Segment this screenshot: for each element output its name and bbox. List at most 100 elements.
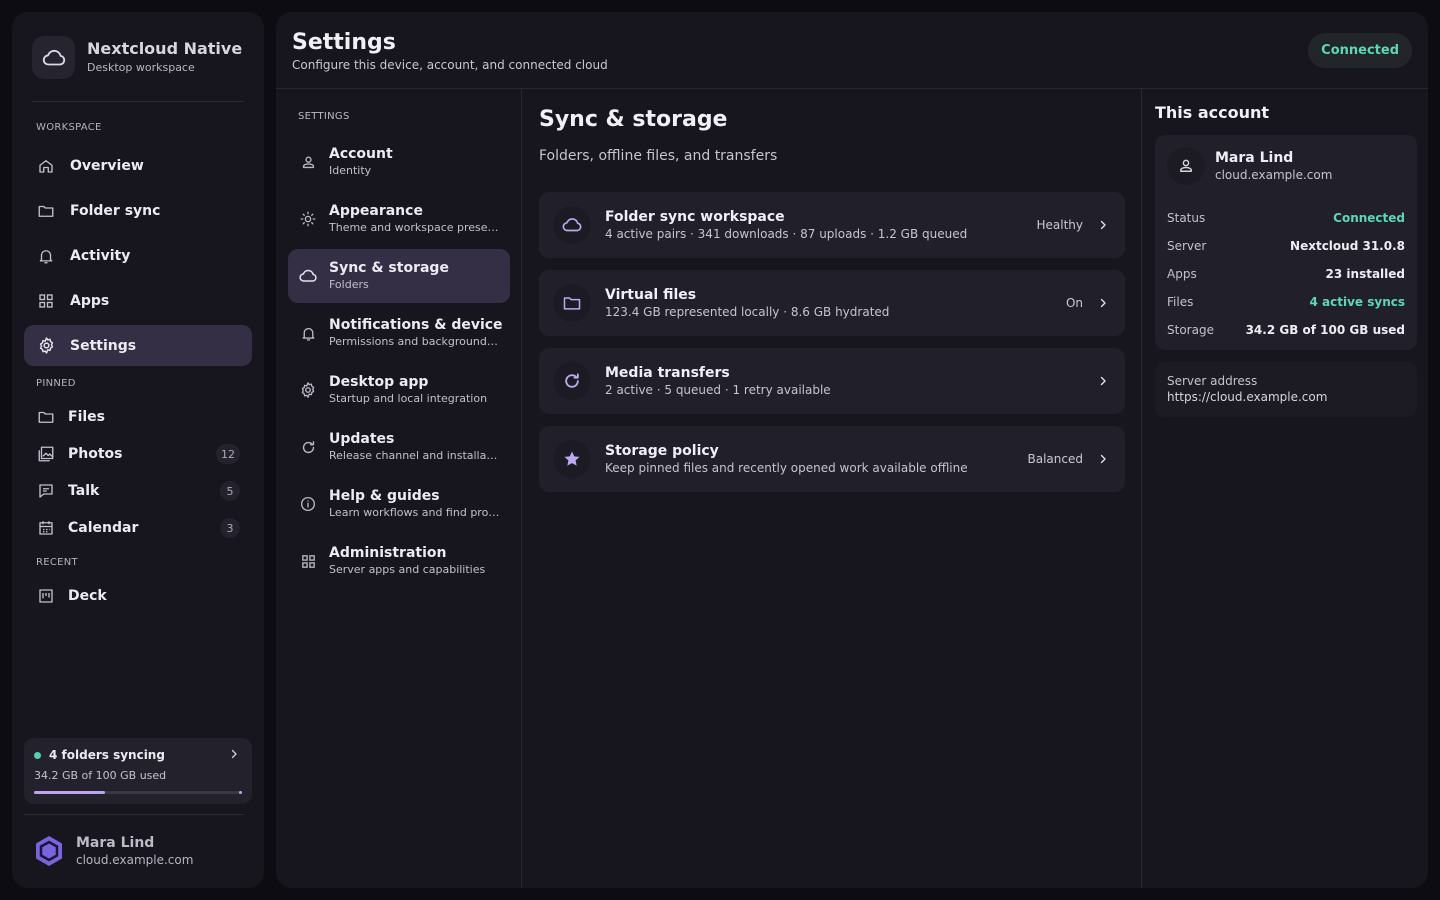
account-panel: This account Mara Lind cloud.example.com… [1141,89,1428,888]
sidebar-item-label: Files [68,409,105,425]
user-profile[interactable]: Mara Lind cloud.example.com [32,834,193,868]
sidebar-item-label: Activity [70,247,131,264]
card-status: On [1065,296,1083,310]
app-name: Nextcloud Native [87,39,243,58]
settings-item-desc: Permissions and background features [329,335,501,348]
settings-item-desc: Startup and local integration [329,392,488,405]
gear-icon [298,380,318,400]
progress-end-marker [239,791,242,794]
settings-menu-label: SETTINGS [298,111,350,122]
settings-item-desktop-app[interactable]: Desktop app Startup and local integration [288,363,510,417]
bell-icon [298,323,318,343]
row-value: Connected [1333,211,1405,225]
settings-item-title: Desktop app [329,374,429,390]
row-value: Nextcloud 31.0.8 [1290,239,1405,253]
card-status: Balanced [1027,452,1083,466]
chevron-right-icon [1097,297,1109,309]
home-icon [36,156,56,176]
row-key: Files [1167,295,1194,309]
settings-item-desc: Folders [329,278,369,291]
sidebar-item-photos[interactable]: Photos 12 [24,437,252,471]
server-address-label: Server address [1167,374,1258,388]
account-user: Mara Lind cloud.example.com [1167,147,1332,185]
info-icon [298,494,318,514]
sidebar-item-calendar[interactable]: Calendar 3 [24,511,252,545]
sync-label: 4 folders syncing [49,748,165,762]
card-description: Keep pinned files and recently opened wo… [605,461,968,475]
sidebar-item-talk[interactable]: Talk 5 [24,474,252,508]
settings-item-desc: Identity [329,164,372,177]
settings-item-title: Updates [329,431,395,447]
settings-item-notifications[interactable]: Notifications & device Permissions and ba… [288,306,510,360]
section-label-workspace: WORKSPACE [36,122,102,133]
sync-status-card[interactable]: 4 folders syncing 34.2 GB of 100 GB used [24,738,252,804]
section-subtitle: Folders, offline files, and transfers [539,148,778,164]
account-name: Mara Lind [1215,149,1294,166]
row-key: Status [1167,211,1206,225]
account-row-apps: Apps 23 installed [1167,267,1405,281]
sidebar-item-overview[interactable]: Overview [24,145,252,186]
divider [24,814,244,815]
refresh-icon [298,437,318,457]
sun-icon [298,209,318,229]
sidebar-item-files[interactable]: Files [24,400,252,434]
refresh-icon [553,362,591,400]
folder-icon [36,201,56,221]
section-label-recent: RECENT [36,557,78,568]
grid-icon [298,551,318,571]
cloud-icon [298,266,318,286]
page-subtitle: Configure this device, account, and conn… [292,58,608,72]
sidebar-item-deck[interactable]: Deck [24,579,252,613]
board-icon [36,586,56,606]
sidebar-item-apps[interactable]: Apps [24,280,252,321]
settings-item-sync-storage[interactable]: Sync & storage Folders [288,249,510,303]
bell-icon [36,246,56,266]
settings-item-title: Administration [329,545,447,561]
star-icon [553,440,591,478]
count-badge: 12 [216,444,240,464]
sidebar-item-label: Overview [70,157,144,174]
app-subtitle: Desktop workspace [87,61,195,74]
row-value: 34.2 GB of 100 GB used [1245,323,1405,337]
card-title: Media transfers [605,365,730,381]
sidebar: Nextcloud Native Desktop workspace WORKS… [12,12,264,888]
settings-item-title: Notifications & device [329,317,503,333]
section-title: Sync & storage [539,107,728,132]
sidebar-item-label: Talk [68,483,100,499]
card-description: 123.4 GB represented locally · 8.6 GB hy… [605,305,890,319]
card-status: Healthy [1036,218,1083,232]
sidebar-item-folder-sync[interactable]: Folder sync [24,190,252,231]
count-badge: 3 [220,518,240,538]
sidebar-item-activity[interactable]: Activity [24,235,252,276]
main-panel: Settings Configure this device, account,… [276,12,1428,888]
account-host: cloud.example.com [1215,167,1333,182]
settings-item-administration[interactable]: Administration Server apps and capabiliti… [288,534,510,588]
row-value: 4 active syncs [1309,295,1406,309]
sidebar-item-label: Folder sync [70,202,161,219]
settings-item-account[interactable]: Account Identity [288,135,510,189]
storage-progress-bar [34,791,242,794]
page-title: Settings [292,30,396,55]
storage-policy-card[interactable]: Storage policy Keep pinned files and rece… [539,426,1125,492]
server-address-value[interactable]: https://cloud.example.com [1167,389,1405,405]
settings-item-title: Sync & storage [329,260,449,276]
folder-icon [553,284,591,322]
settings-item-appearance[interactable]: Appearance Theme and workspace presentati… [288,192,510,246]
folder-sync-workspace-card[interactable]: Folder sync workspace 4 active pairs · 34… [539,192,1125,258]
user-icon [1167,147,1205,185]
media-transfers-card[interactable]: Media transfers 2 active · 5 queued · 1 r… [539,348,1125,414]
settings-item-title: Help & guides [329,488,440,504]
sync-usage: 34.2 GB of 100 GB used [34,769,167,782]
sidebar-item-settings[interactable]: Settings [24,325,252,366]
settings-item-help[interactable]: Help & guides Learn workflows and find pr… [288,477,510,531]
user-host: cloud.example.com [76,853,194,867]
cloud-icon [553,206,591,244]
avatar [32,834,66,868]
settings-item-updates[interactable]: Updates Release channel and installation [288,420,510,474]
settings-item-desc: Theme and workspace presentation [329,221,501,234]
virtual-files-card[interactable]: Virtual files 123.4 GB represented locall… [539,270,1125,336]
folder-icon [36,407,56,427]
gear-icon [36,336,56,356]
account-heading: This account [1155,103,1270,122]
chevron-right-icon [1097,375,1109,387]
